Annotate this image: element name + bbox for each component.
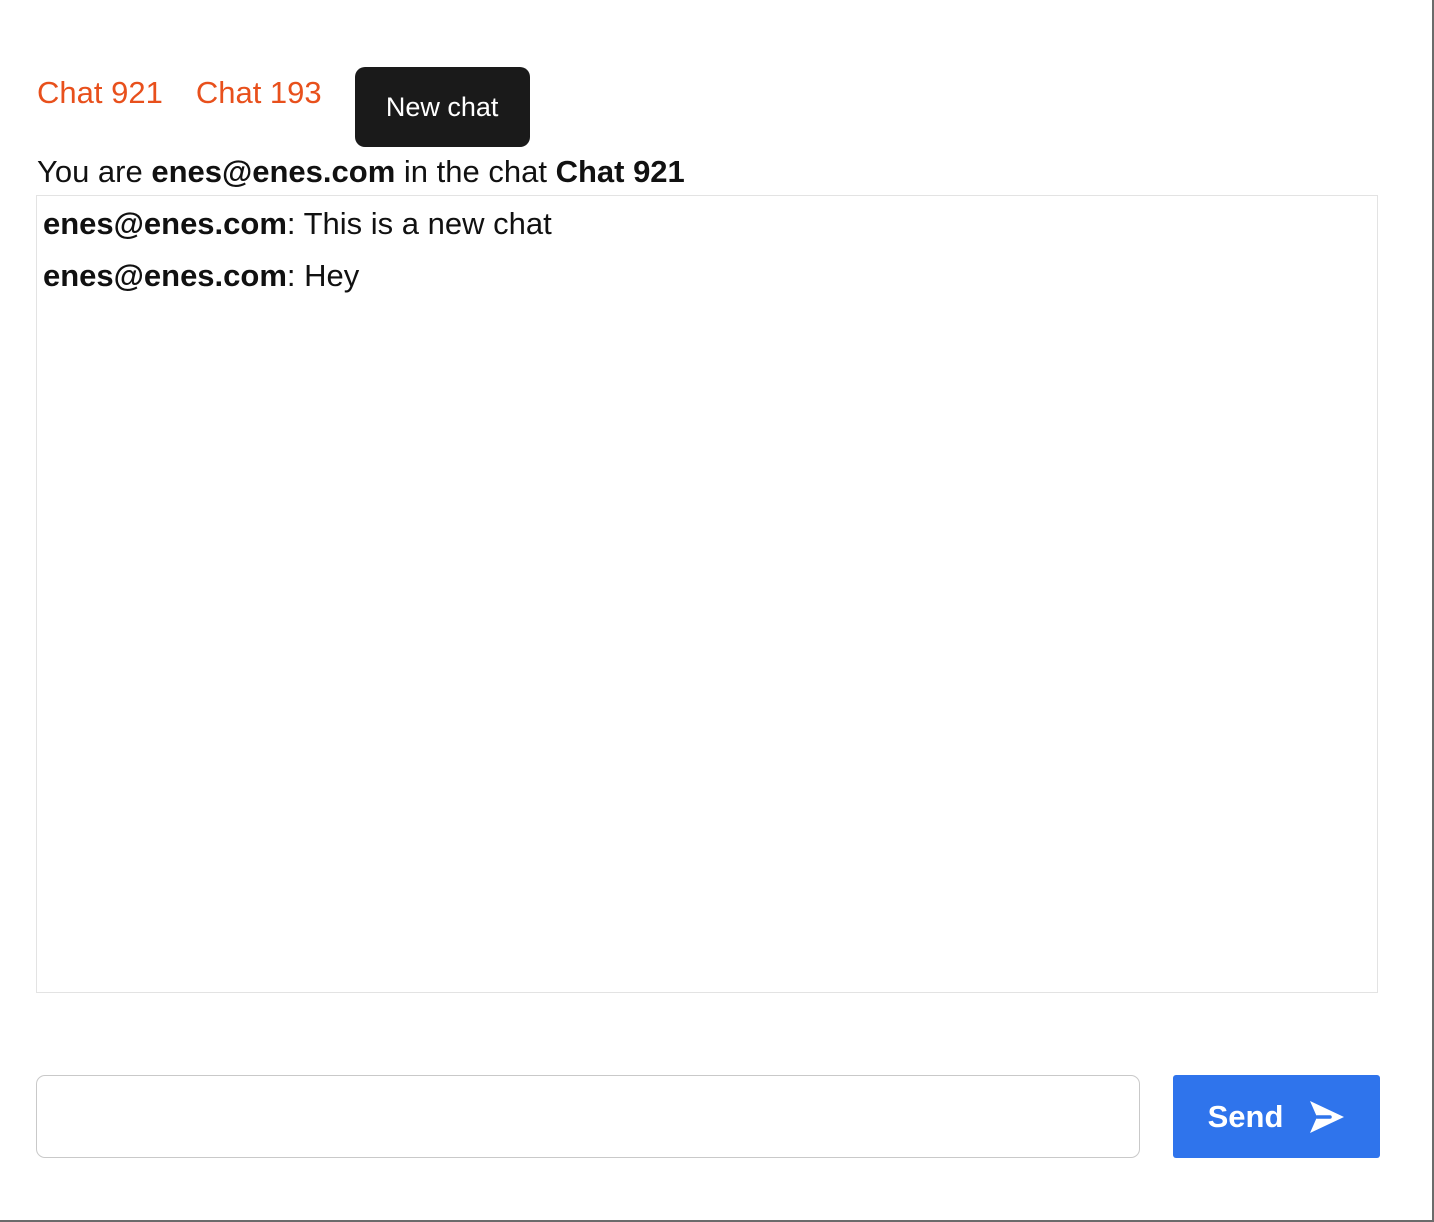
chat-link-193[interactable]: Chat 193 bbox=[196, 77, 322, 108]
status-prefix: You are bbox=[37, 154, 143, 189]
message-author: enes@enes.com bbox=[43, 258, 287, 293]
status-chat-name: Chat 921 bbox=[555, 154, 685, 189]
status-user: enes@enes.com bbox=[151, 154, 396, 189]
send-label: Send bbox=[1207, 1098, 1284, 1134]
chat-status: You are enes@enes.com in the chat Chat 9… bbox=[37, 154, 685, 190]
send-button[interactable]: Send bbox=[1173, 1075, 1380, 1158]
message-list[interactable]: enes@enes.com: This is a new chat enes@e… bbox=[36, 195, 1378, 993]
new-chat-button[interactable]: New chat bbox=[354, 67, 530, 147]
chat-tabs: Chat 921 Chat 193 New chat bbox=[37, 67, 530, 147]
message-input[interactable] bbox=[36, 1075, 1140, 1158]
message-text: Hey bbox=[304, 258, 360, 293]
paper-plane-icon bbox=[1310, 1100, 1345, 1133]
message-author: enes@enes.com bbox=[43, 206, 287, 241]
message-separator: : bbox=[286, 258, 296, 293]
message-text: This is a new chat bbox=[303, 206, 552, 241]
chat-link-921[interactable]: Chat 921 bbox=[37, 77, 163, 108]
message-item: enes@enes.com: Hey bbox=[43, 258, 1371, 294]
status-middle: in the chat bbox=[403, 154, 547, 189]
message-item: enes@enes.com: This is a new chat bbox=[43, 206, 1371, 242]
message-separator: : bbox=[286, 206, 296, 241]
